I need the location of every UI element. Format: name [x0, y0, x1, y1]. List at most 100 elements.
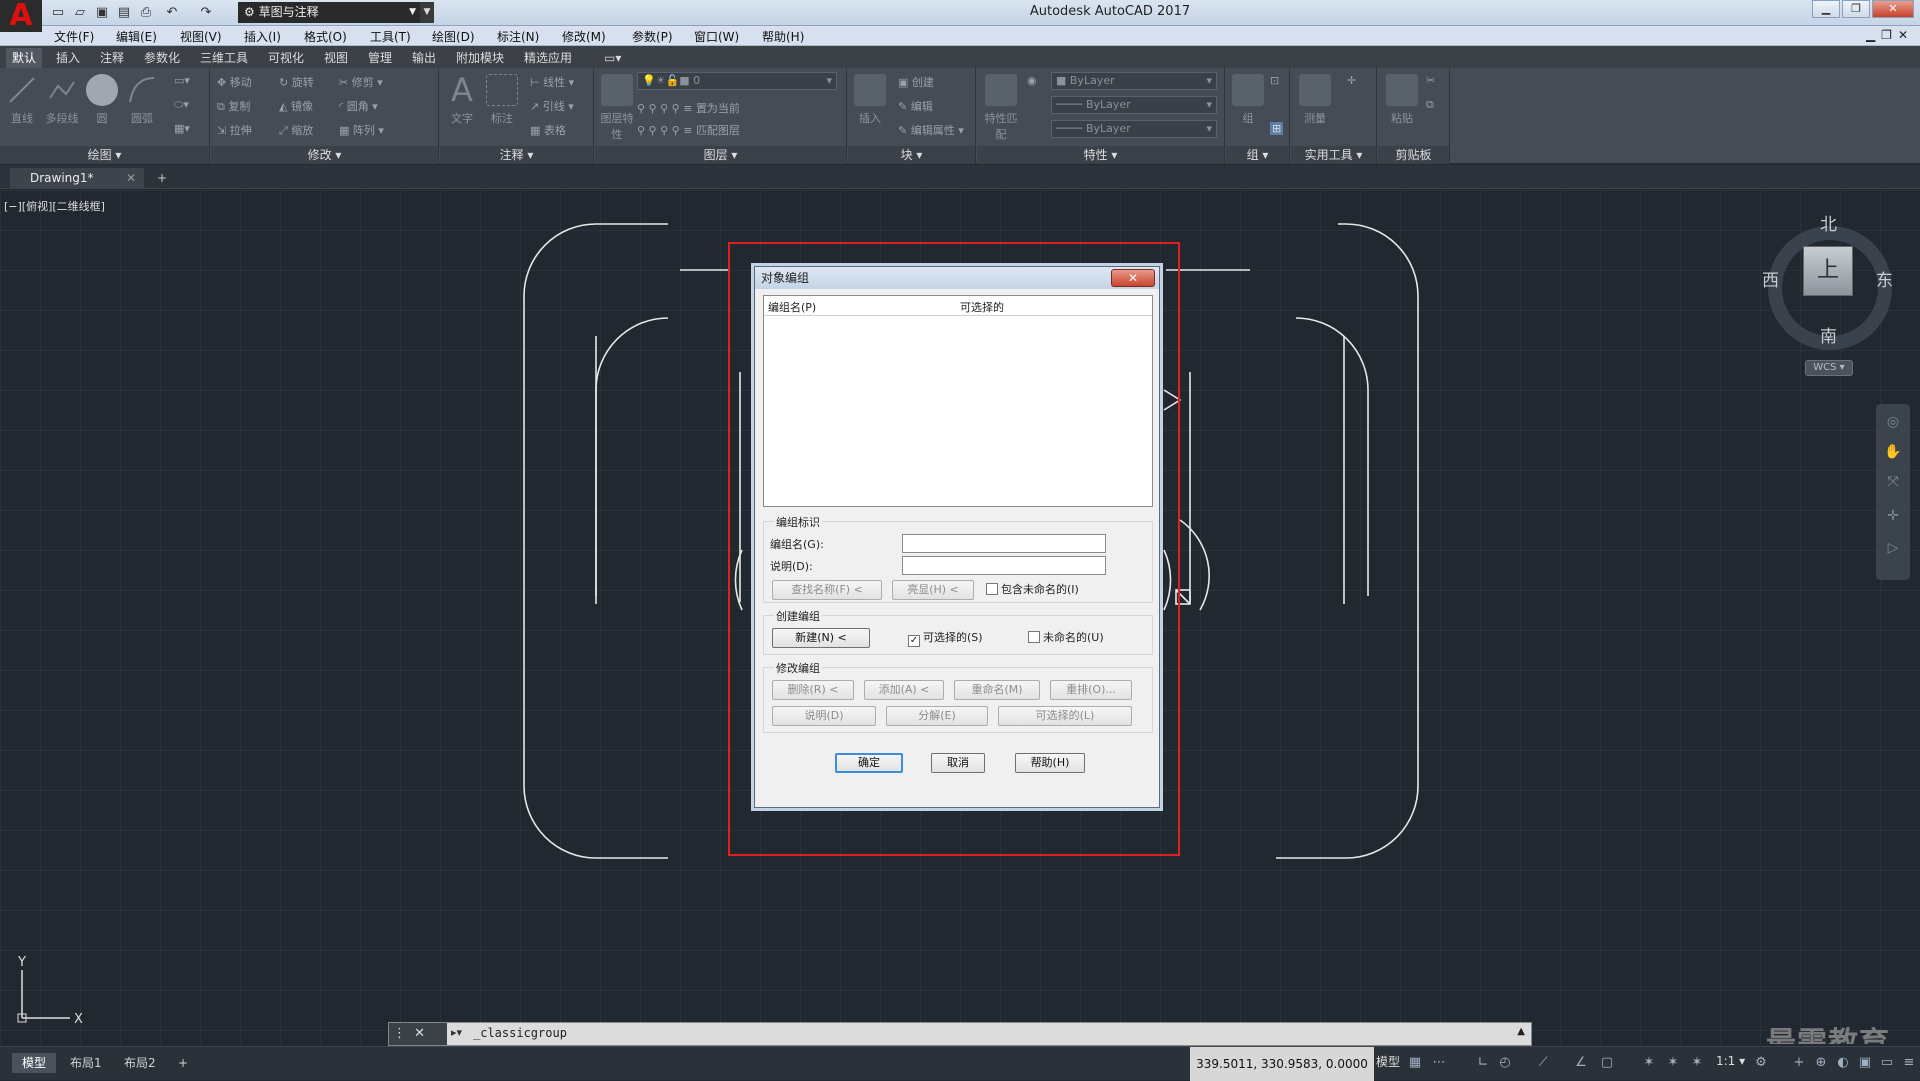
layer-properties-icon[interactable] [601, 74, 633, 106]
fillet-tool[interactable]: ◜ 圆角 ▾ [339, 98, 378, 114]
layer-tools-row1[interactable]: ⚲ ⚲ ⚲ ⚲ ≡ 置为当前 [637, 100, 740, 116]
hardware-acceleration-icon[interactable]: ▣ [1856, 1054, 1874, 1072]
layout-tab-model[interactable]: 模型 [12, 1053, 57, 1073]
menu-window[interactable]: 窗口(W) [694, 28, 739, 45]
steering-wheel-icon[interactable]: ◎ [1884, 414, 1902, 432]
copy-clip-icon[interactable]: ⧉ [1426, 98, 1434, 112]
annotation-scale[interactable]: 1:1 ▾ [1716, 1054, 1745, 1068]
insert-block-icon[interactable] [854, 74, 886, 106]
point-icon[interactable]: ✛ [1347, 74, 1356, 87]
restore-button[interactable]: ❐ [1842, 0, 1870, 18]
menu-file[interactable]: 文件(F) [54, 28, 94, 45]
scale-tool[interactable]: ⤢ 缩放 [279, 122, 313, 138]
description-input[interactable] [902, 556, 1106, 575]
modify-panel-title[interactable]: 修改 ▾ [211, 146, 438, 164]
workspace-select[interactable]: ⚙ 草图与注释 ▼ [238, 2, 420, 23]
new-tab-icon[interactable]: + [152, 169, 172, 187]
layers-panel-title[interactable]: 图层 ▾ [595, 146, 846, 164]
coordinates-readout[interactable]: 339.5011, 330.9583, 0.0000 [1190, 1047, 1374, 1081]
layer-tools-row2[interactable]: ⚲ ⚲ ⚲ ⚲ ≡ 匹配图层 [637, 122, 740, 138]
hatch-icon[interactable]: ▦▾ [174, 122, 190, 135]
paste-icon[interactable] [1386, 74, 1418, 106]
group-selection-toggle-icon[interactable]: ⊞ [1270, 122, 1284, 135]
cut-icon[interactable]: ✂ [1426, 74, 1435, 87]
tab-view[interactable]: 视图 [318, 48, 354, 68]
save-icon[interactable]: ▣ [92, 4, 112, 22]
autocad-logo[interactable]: A [0, 0, 42, 32]
add-layout-icon[interactable]: + [168, 1053, 198, 1073]
mirror-tool[interactable]: ◭ 镜像 [279, 98, 313, 114]
reorder-button[interactable]: 重排(O)... [1050, 680, 1132, 700]
tab-3d-tools[interactable]: 三维工具 [194, 48, 254, 68]
tab-drawing1[interactable]: Drawing1* ✕ [10, 168, 144, 189]
menu-insert[interactable]: 插入(I) [244, 28, 281, 45]
command-prompt-icon[interactable]: ▸▾ [451, 1026, 462, 1039]
ungroup-icon[interactable]: ⊡ [1270, 74, 1279, 87]
grid-icon[interactable]: ▦ [1406, 1054, 1424, 1072]
dialog-close-button[interactable]: ✕ [1111, 269, 1155, 287]
tab-visualize[interactable]: 可视化 [262, 48, 310, 68]
qat-customize-arrow[interactable]: ▼ [420, 2, 434, 23]
command-line[interactable]: ⋮ ✕ 🔧 ▸▾ _classicgroup ▲ [388, 1022, 1532, 1063]
remove-button[interactable]: 删除(R) < [772, 680, 854, 700]
undo-icon[interactable]: ↶ [162, 4, 182, 22]
move-tool[interactable]: ✥ 移动 [217, 74, 252, 90]
highlight-button[interactable]: 亮显(H) < [892, 580, 974, 600]
selectable-checkbox[interactable]: ✓ 可选择的(S) [908, 631, 983, 647]
properties-panel-title[interactable]: 特性 ▾ [977, 146, 1224, 164]
change-description-button[interactable]: 说明(D) [772, 706, 876, 726]
ortho-icon[interactable]: ∟ [1474, 1054, 1492, 1072]
ribbon-toggle-icon[interactable]: ▭▾ [598, 48, 627, 68]
rename-button[interactable]: 重命名(M) [954, 680, 1040, 700]
stretch-tool[interactable]: ⇲ 拉伸 [217, 122, 252, 138]
layout-tab-1[interactable]: 布局1 [60, 1053, 112, 1073]
menu-dimension[interactable]: 标注(N) [497, 28, 539, 45]
group-name-input[interactable] [902, 534, 1106, 553]
isodraft-icon[interactable]: ⟋ [1534, 1054, 1552, 1072]
explode-button[interactable]: 分解(E) [886, 706, 988, 726]
document-window-controls[interactable]: ▁❐✕ [1866, 28, 1914, 42]
model-space-toggle[interactable]: 模型 [1376, 1053, 1400, 1070]
copy-tool[interactable]: ⧉ 复制 [217, 98, 250, 114]
clean-screen-icon[interactable]: ▭ [1878, 1054, 1896, 1072]
showmotion-icon[interactable]: ▷ [1884, 540, 1902, 558]
menu-view[interactable]: 视图(V) [180, 28, 222, 45]
include-unnamed-checkbox[interactable]: 包含未命名的(I) [986, 583, 1079, 597]
tab-addins[interactable]: 附加模块 [450, 48, 510, 68]
utilities-panel-title[interactable]: 实用工具 ▾ [1291, 146, 1376, 164]
command-grip-icon[interactable]: ⋮ [389, 1026, 406, 1041]
menu-format[interactable]: 格式(O) [304, 28, 347, 45]
change-selectable-button[interactable]: 可选择的(L) [998, 706, 1132, 726]
tab-parametric[interactable]: 参数化 [138, 48, 186, 68]
menu-tools[interactable]: 工具(T) [370, 28, 411, 45]
color-select[interactable]: ■ ByLayer ▾ [1051, 72, 1217, 90]
col-group-name[interactable]: 编组名(P) [768, 299, 816, 315]
find-name-button[interactable]: 查找名称(F) < [772, 580, 882, 600]
print-icon[interactable]: ⎙ [136, 4, 156, 22]
rectangle-icon[interactable]: ▭▾ [174, 74, 190, 87]
measure-icon[interactable] [1299, 74, 1331, 106]
command-history-arrow[interactable]: ▲ [1517, 1026, 1525, 1037]
menu-parametric[interactable]: 参数(P) [632, 28, 673, 45]
menu-help[interactable]: 帮助(H) [762, 28, 804, 45]
create-block-tool[interactable]: ▣ 创建 [898, 74, 934, 90]
auto-scale-icon[interactable]: ✶ [1664, 1054, 1682, 1072]
layout-tab-2[interactable]: 布局2 [114, 1053, 166, 1073]
cancel-button[interactable]: 取消 [931, 753, 985, 773]
close-tab-icon[interactable]: ✕ [126, 168, 136, 189]
dimension-icon[interactable] [486, 74, 518, 106]
viewcube-top-face[interactable]: 上 [1803, 246, 1853, 296]
annotation-scale-icon[interactable]: ✶ [1688, 1054, 1706, 1072]
snap-icon[interactable]: ⋯ [1430, 1054, 1448, 1072]
clipboard-panel-title[interactable]: 剪贴板 [1378, 146, 1449, 164]
redo-icon[interactable]: ↷ [196, 4, 216, 22]
trim-tool[interactable]: ✂ 修剪 ▾ [339, 74, 383, 90]
groups-panel-title[interactable]: 组 ▾ [1226, 146, 1289, 164]
help-button[interactable]: 帮助(H) [1015, 753, 1085, 773]
text-icon[interactable]: A [446, 74, 478, 106]
save-as-icon[interactable]: ▤ [114, 4, 134, 22]
annotation-panel-title[interactable]: 注释 ▾ [440, 146, 593, 164]
menu-modify[interactable]: 修改(M) [562, 28, 606, 45]
group-list[interactable]: 编组名(P) 可选择的 [763, 295, 1153, 507]
open-file-icon[interactable]: ▱ [70, 4, 90, 22]
